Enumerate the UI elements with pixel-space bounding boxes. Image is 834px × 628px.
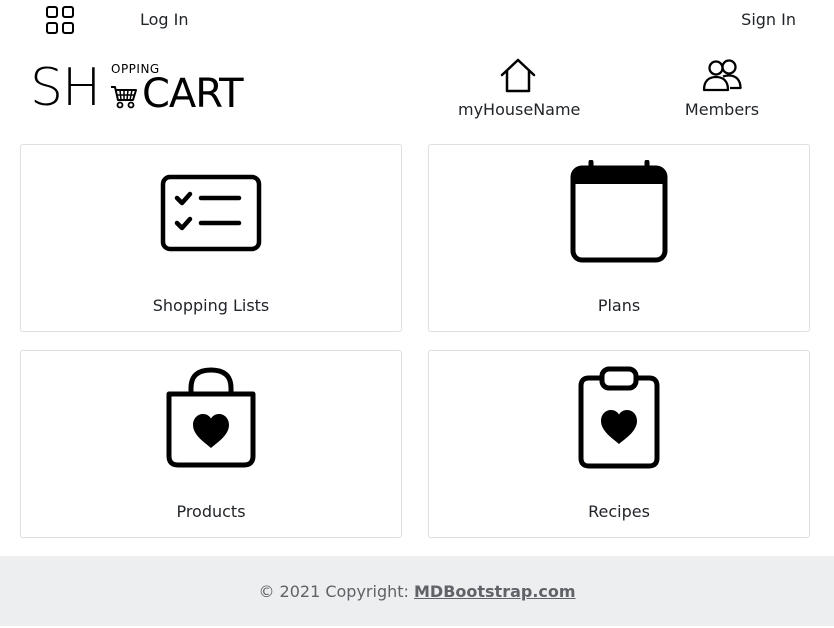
nav-members-label: Members [684, 100, 760, 119]
clipboard-heart-icon [571, 366, 667, 474]
card-shopping-lists[interactable]: Shopping Lists [20, 144, 402, 332]
card-label: Plans [597, 296, 641, 315]
nav-house-label: myHouseName [458, 100, 581, 119]
card-label: Products [176, 502, 246, 521]
calendar-icon [567, 159, 671, 268]
members-icon [702, 59, 742, 92]
grid-icon[interactable] [44, 4, 76, 36]
shopping-bag-heart-icon [163, 366, 259, 474]
signin-link[interactable]: Sign In [741, 10, 796, 29]
card-label: Recipes [588, 502, 650, 521]
card-products[interactable]: Products [20, 350, 402, 538]
house-icon [500, 58, 536, 93]
logo-sh-text: SH [30, 58, 101, 118]
card-plans[interactable]: Plans [428, 144, 810, 332]
footer-copyright-text: © 2021 Copyright: [258, 582, 414, 601]
card-label: Shopping Lists [152, 296, 270, 315]
login-link[interactable]: Log In [140, 10, 189, 29]
logo-cart-text: CART [142, 71, 244, 117]
footer-link[interactable]: MDBootstrap.com [414, 582, 576, 601]
nav-members[interactable]: Members [672, 56, 772, 122]
top-navbar: Log In Sign In [0, 0, 834, 40]
nav-house[interactable]: myHouseName [458, 56, 581, 122]
checklist-icon [159, 173, 263, 257]
card-recipes[interactable]: Recipes [428, 350, 810, 538]
footer: © 2021 Copyright: MDBootstrap.com [0, 556, 834, 626]
shopping-cart-logo[interactable]: SH OPPING CART [30, 58, 256, 118]
shopping-cart-icon [110, 84, 138, 110]
